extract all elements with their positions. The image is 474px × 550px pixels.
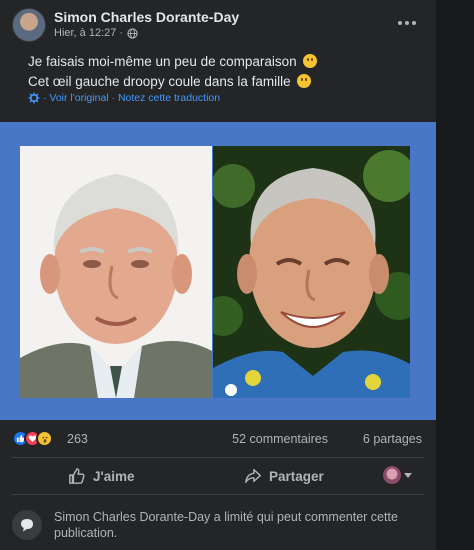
portrait-smiling-man	[213, 146, 410, 398]
thumbs-up-icon	[69, 468, 85, 484]
share-label: Partager	[269, 468, 324, 484]
author-avatar[interactable]	[12, 8, 46, 42]
divider	[12, 457, 424, 458]
wow-reaction-icon	[36, 430, 53, 447]
photo-right	[213, 146, 410, 398]
reaction-icons[interactable]	[12, 430, 53, 447]
chevron-down-icon	[404, 472, 412, 478]
reaction-count[interactable]: 263	[67, 432, 88, 446]
post-image[interactable]	[0, 122, 436, 420]
engagement-stats: 263 52 commentaires 6 partages	[12, 428, 424, 450]
like-label: J'aime	[93, 468, 135, 484]
post-meta: Hier, à 12:27 ·	[54, 27, 138, 39]
smiling-face-emoji	[297, 74, 312, 88]
share-arrow-icon	[245, 468, 261, 484]
more-dot	[412, 21, 416, 25]
gear-icon	[28, 92, 40, 104]
post-text-line: Je faisais moi-même un peu de comparaiso…	[28, 52, 418, 72]
comment-restriction-notice: Simon Charles Dorante-Day a limité qui p…	[12, 506, 424, 546]
profile-avatar	[383, 466, 401, 484]
more-horizontal-icon	[398, 21, 402, 25]
thinking-face-emoji	[303, 54, 318, 68]
like-button[interactable]: J'aime	[68, 460, 135, 492]
shares-count[interactable]: 6 partages	[363, 432, 422, 446]
share-button[interactable]: Partager	[244, 460, 324, 492]
see-original-link[interactable]: · Voir l'original · Notez cette traducti…	[43, 92, 220, 104]
facebook-post: Simon Charles Dorante-Day Hier, à 12:27 …	[0, 0, 436, 550]
comments-count[interactable]: 52 commentaires	[232, 432, 328, 446]
comment-bubble-icon	[12, 510, 42, 540]
divider	[12, 494, 424, 495]
more-options-button[interactable]	[392, 8, 422, 38]
post-timestamp[interactable]: Hier, à 12:27 ·	[54, 27, 123, 39]
restriction-text: Simon Charles Dorante-Day a limité qui p…	[54, 510, 398, 540]
globe-icon	[127, 27, 138, 39]
post-text-line2: Cet œil gauche droopy coule dans la fami…	[28, 74, 291, 89]
more-dot	[405, 21, 409, 25]
translation-links: · Voir l'original · Notez cette traducti…	[28, 92, 220, 104]
author-name[interactable]: Simon Charles Dorante-Day	[54, 9, 239, 25]
post-text-line: Cet œil gauche droopy coule dans la fami…	[28, 72, 418, 92]
post-text-line1: Je faisais moi-même un peu de comparaiso…	[28, 54, 297, 69]
post-text: Je faisais moi-même un peu de comparaiso…	[28, 52, 418, 92]
action-bar: J'aime Partager	[12, 460, 424, 492]
portrait-older-man	[20, 146, 212, 398]
page-background	[436, 0, 474, 550]
react-as-selector[interactable]	[383, 466, 412, 484]
post-header: Simon Charles Dorante-Day Hier, à 12:27 …	[12, 8, 424, 44]
photo-left	[20, 146, 212, 398]
